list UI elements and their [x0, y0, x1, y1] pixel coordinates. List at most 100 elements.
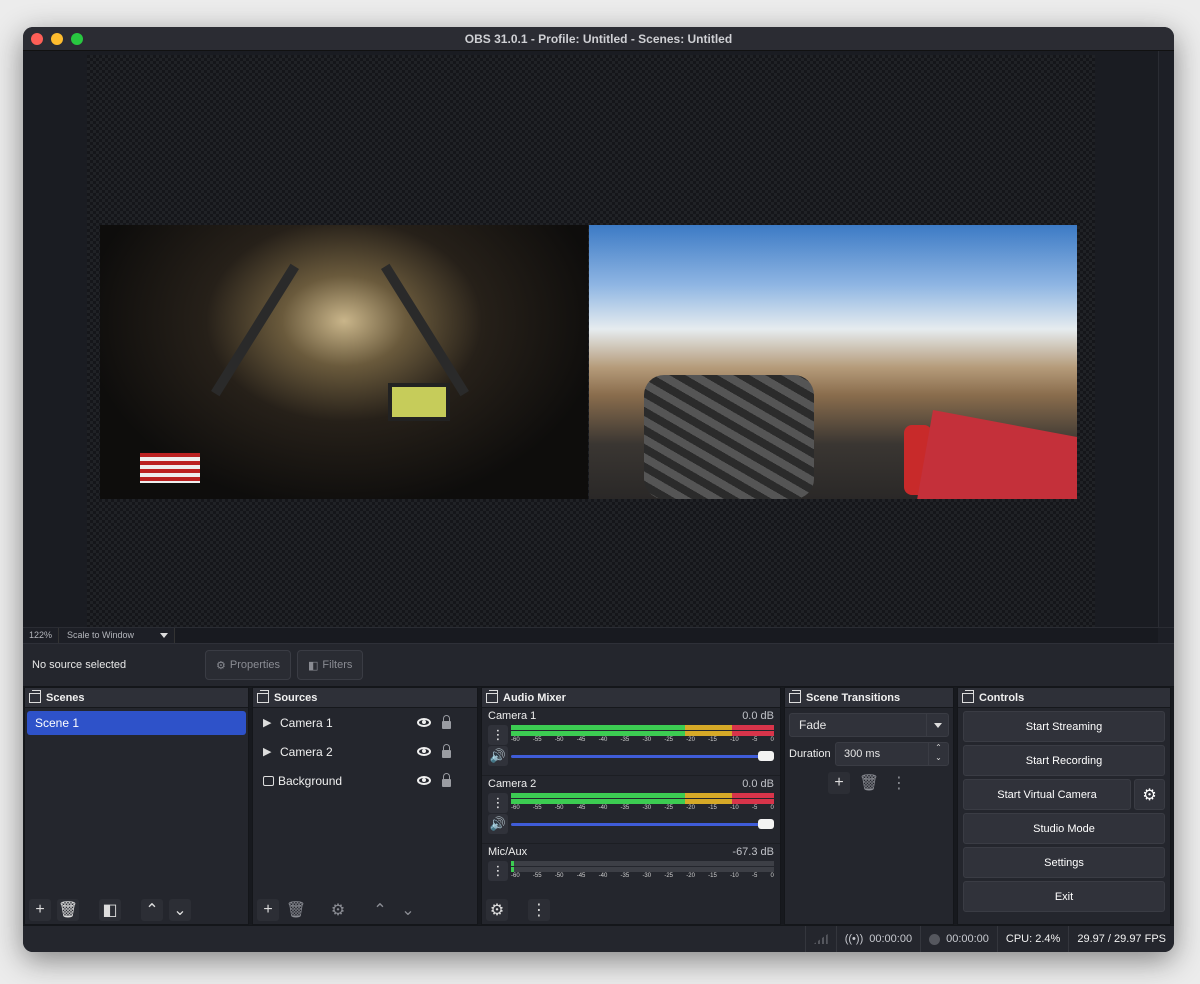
- play-icon: ▶: [263, 717, 272, 729]
- scenes-dock-title[interactable]: Scenes: [25, 688, 248, 708]
- close-window-button[interactable]: [31, 33, 43, 45]
- filters-button[interactable]: ◧ Filters: [297, 650, 364, 680]
- dock-undock-icon[interactable]: [789, 689, 801, 703]
- camera-2-feed[interactable]: [589, 225, 1077, 499]
- transition-select[interactable]: Fade: [789, 713, 949, 737]
- record-dot-icon: [929, 933, 941, 945]
- volume-slider-knob[interactable]: [758, 751, 774, 761]
- visibility-eye-icon[interactable]: [417, 776, 431, 785]
- scene-transitions-dock-title[interactable]: Scene Transitions: [785, 688, 953, 708]
- move-scene-up-button[interactable]: ⌃: [141, 899, 163, 921]
- mixer-menu-button[interactable]: ⋮: [528, 899, 550, 921]
- move-source-down-button[interactable]: ⌄: [397, 899, 419, 921]
- scene-item[interactable]: Scene 1: [27, 711, 246, 735]
- red-body-panel: [917, 410, 1077, 499]
- spin-arrows-icon[interactable]: ⌃ ⌄: [928, 743, 948, 765]
- chevron-up-icon: ⌃: [145, 902, 159, 919]
- dock-undock-icon[interactable]: [486, 689, 498, 703]
- roll-cage-bar: [381, 263, 469, 397]
- start-streaming-button[interactable]: Start Streaming: [963, 711, 1165, 742]
- fps-counter: 29.97 / 29.97 FPS: [1068, 926, 1174, 952]
- start-virtual-camera-button[interactable]: Start Virtual Camera: [963, 779, 1131, 810]
- scene-filters-button[interactable]: ◧: [99, 899, 121, 921]
- audio-mixer-title: Audio Mixer: [503, 691, 566, 704]
- scenes-title: Scenes: [46, 691, 85, 704]
- scale-mode-dropdown[interactable]: Scale to Window: [59, 628, 175, 643]
- move-scene-down-button[interactable]: ⌄: [169, 899, 191, 921]
- add-source-button[interactable]: +: [257, 899, 279, 921]
- virtual-camera-settings-button[interactable]: ⚙: [1134, 779, 1165, 810]
- camera-1-feed[interactable]: [100, 225, 588, 499]
- title-bar: OBS 31.0.1 - Profile: Untitled - Scenes:…: [23, 27, 1174, 51]
- kebab-icon: ⋮: [491, 727, 505, 742]
- cpu-usage: CPU: 2.4%: [996, 926, 1068, 952]
- lock-icon[interactable]: [442, 773, 451, 787]
- volume-slider-knob[interactable]: [758, 819, 774, 829]
- preview-vertical-scrollbar[interactable]: [1158, 51, 1174, 651]
- remove-scene-button[interactable]: 🗑: [57, 899, 79, 921]
- controls-dock-title[interactable]: Controls: [958, 688, 1170, 708]
- move-source-up-button[interactable]: ⌃: [369, 899, 391, 921]
- remove-transition-button[interactable]: 🗑: [858, 772, 880, 794]
- mute-button[interactable]: 🔊: [488, 814, 508, 834]
- add-transition-button[interactable]: +: [828, 772, 850, 794]
- scene-transitions-dock: Scene Transitions Fade Duration 300 ms ⌃…: [784, 687, 954, 925]
- source-properties-button[interactable]: ⚙: [327, 899, 349, 921]
- dock-undock-icon[interactable]: [257, 689, 269, 703]
- preview-area[interactable]: [23, 51, 1174, 651]
- source-item-camera-1[interactable]: ▶ Camera 1: [253, 708, 477, 737]
- record-status: 00:00:00: [920, 926, 997, 952]
- start-recording-button[interactable]: Start Recording: [963, 745, 1165, 776]
- record-time: 00:00:00: [946, 933, 989, 945]
- audio-mixer-dock-title[interactable]: Audio Mixer: [482, 688, 780, 708]
- spare-tire: [644, 375, 814, 499]
- lock-icon[interactable]: [442, 715, 451, 729]
- channel-menu-button[interactable]: ⋮: [488, 725, 508, 745]
- no-source-label: No source selected: [32, 659, 127, 671]
- maximize-window-button[interactable]: [71, 33, 83, 45]
- studio-mode-button[interactable]: Studio Mode: [963, 813, 1165, 844]
- remove-source-button[interactable]: 🗑: [285, 899, 307, 921]
- duration-value: 300 ms: [844, 748, 881, 760]
- properties-label: Properties: [229, 659, 281, 671]
- mixer-channel-camera-2: Camera 2 0.0 dB ⋮ -60 -55 -50 -45 -40 -35 -30-…: [482, 776, 780, 844]
- preview-horizontal-scrollbar[interactable]: [175, 628, 1158, 643]
- status-bar: ((•)) 00:00:00 00:00:00 CPU: 2.4% 29.97 …: [23, 925, 1174, 952]
- docks-area: Scenes Scene 1 + 🗑 ◧ ⌃ ⌄ Sources ▶ Camer…: [23, 687, 1174, 925]
- mute-button[interactable]: 🔊: [488, 746, 508, 766]
- properties-button[interactable]: ⚙ Properties: [205, 650, 292, 680]
- context-bar: No source selected ⚙ Properties ◧ Filter…: [23, 643, 1174, 687]
- channel-db: -67.3 dB: [732, 846, 774, 858]
- audio-mixer-dock: Audio Mixer Camera 1 0.0 dB ⋮ -60 -55 -50-…: [481, 687, 781, 925]
- obs-window: OBS 31.0.1 - Profile: Untitled - Scenes:…: [23, 27, 1174, 952]
- controls-title: Controls: [979, 691, 1025, 704]
- sources-dock-title[interactable]: Sources: [253, 688, 477, 708]
- transition-menu-button[interactable]: ⋮: [888, 772, 910, 794]
- flag-patch: [140, 453, 200, 483]
- window-title: OBS 31.0.1 - Profile: Untitled - Scenes:…: [464, 31, 733, 46]
- duration-spinbox[interactable]: 300 ms ⌃ ⌄: [835, 742, 949, 766]
- source-item-camera-2[interactable]: ▶ Camera 2: [253, 737, 477, 766]
- visibility-eye-icon[interactable]: [417, 718, 431, 727]
- advanced-audio-button[interactable]: ⚙: [486, 899, 508, 921]
- volume-slider[interactable]: [511, 819, 774, 829]
- volume-slider[interactable]: [511, 751, 774, 761]
- mixer-channel-mic-aux: Mic/Aux -67.3 dB ⋮ -60 -55 -50 -45 -40 -35 -30…: [482, 844, 780, 888]
- add-scene-button[interactable]: +: [29, 899, 51, 921]
- dock-undock-icon[interactable]: [29, 689, 41, 703]
- minimize-window-button[interactable]: [51, 33, 63, 45]
- dock-undock-icon[interactable]: [962, 689, 974, 703]
- source-item-background[interactable]: Background: [253, 766, 477, 795]
- stream-status: ((•)) 00:00:00: [835, 926, 920, 952]
- exit-button[interactable]: Exit: [963, 881, 1165, 912]
- chevron-down-icon: ⌄: [401, 902, 415, 919]
- settings-button[interactable]: Settings: [963, 847, 1165, 878]
- lock-icon[interactable]: [442, 744, 451, 758]
- visibility-eye-icon[interactable]: [417, 747, 431, 756]
- kebab-icon: ⋮: [891, 775, 907, 792]
- channel-menu-button[interactable]: ⋮: [488, 861, 508, 881]
- level-meter: -60 -55 -50 -45 -40 -35 -30 -25 -20 -15 -10 -5 0: [511, 861, 774, 881]
- channel-menu-button[interactable]: ⋮: [488, 793, 508, 813]
- network-status: [804, 926, 836, 952]
- sources-dock: Sources ▶ Camera 1 ▶ Camera 2 Background: [252, 687, 478, 925]
